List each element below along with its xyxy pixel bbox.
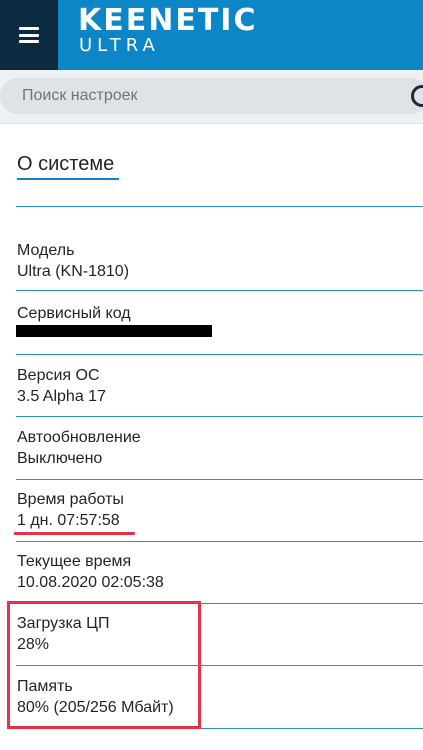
- divider: [16, 206, 423, 207]
- info-item-uptime: Время работы 1 дн. 07:57:58: [17, 490, 124, 531]
- menu-button[interactable]: [0, 0, 58, 70]
- item-value: Ultra (KN-1810): [17, 263, 130, 280]
- keenetic-logo: KEENETIC ULTRA: [78, 6, 257, 56]
- search-bar: [0, 70, 423, 124]
- page-title-underline: [17, 178, 119, 180]
- page-title: О системе: [17, 153, 115, 175]
- cpu-memory-highlight-box: [7, 601, 201, 729]
- uptime-highlight-underline: [14, 532, 135, 535]
- app-header: KEENETIC ULTRA: [0, 0, 423, 70]
- info-item-current-time: Текущее время 10.08.2020 02:05:38: [17, 552, 164, 593]
- info-item-service-code: Сервисный код: [17, 304, 131, 324]
- item-value: Выключено: [17, 450, 103, 467]
- divider: [16, 416, 423, 417]
- item-label: Текущее время: [17, 553, 132, 570]
- info-item-os-version: Версия ОС 3.5 Alpha 17: [17, 366, 106, 407]
- logo-brand: KEENETIC: [78, 3, 258, 38]
- search-input[interactable]: [0, 78, 423, 114]
- info-item-model: Модель Ultra (KN-1810): [17, 241, 129, 282]
- redacted-service-code: [16, 325, 212, 337]
- divider: [16, 354, 423, 355]
- divider: [16, 541, 423, 542]
- item-value: 1 дн. 07:57:58: [17, 512, 120, 529]
- item-value: 3.5 Alpha 17: [17, 388, 106, 405]
- item-label: Версия ОС: [17, 367, 100, 384]
- info-item-autoupdate: Автообновление Выключено: [17, 428, 141, 469]
- item-value: 10.08.2020 02:05:38: [17, 574, 164, 591]
- hamburger-icon: [19, 27, 39, 43]
- logo-model: ULTRA: [79, 35, 160, 56]
- item-label: Сервисный код: [17, 305, 131, 322]
- divider: [16, 479, 423, 480]
- item-label: Автообновление: [17, 429, 141, 446]
- item-label: Модель: [17, 242, 75, 259]
- item-label: Время работы: [17, 491, 124, 508]
- divider: [16, 290, 423, 291]
